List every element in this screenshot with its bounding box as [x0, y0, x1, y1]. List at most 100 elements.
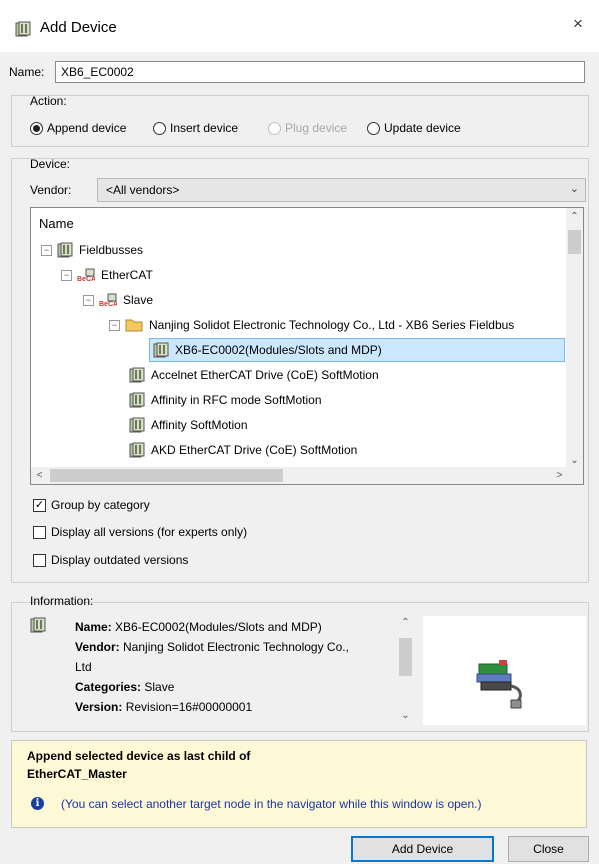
collapse-icon[interactable]: −: [41, 244, 52, 256]
ethercat-icon: BeCAT: [77, 268, 95, 283]
info-vendor-key: Vendor:: [75, 640, 120, 654]
tree-horizontal-scrollbar[interactable]: < >: [31, 467, 568, 484]
device-tree[interactable]: Name − Fieldbusses − BeCAT EtherCAT − Be…: [30, 207, 584, 485]
collapse-icon[interactable]: −: [109, 319, 120, 331]
tree-node-label: Affinity SoftMotion: [151, 418, 248, 432]
tree-node-label: Slave: [123, 293, 154, 307]
device-icon: [129, 392, 145, 408]
scroll-up-icon[interactable]: ⌃: [566, 208, 583, 225]
info-name-value: XB6-EC0002(Modules/Slots and MDP): [115, 620, 322, 634]
tree-vertical-scrollbar[interactable]: ⌃ ⌄: [566, 208, 583, 469]
info-vendor-line-2: Ltd: [75, 660, 92, 674]
tree-node-label: AKD EtherCAT Drive (CoE) SoftMotion: [151, 443, 358, 457]
plug-device-label: Plug device: [285, 121, 348, 135]
ethercat-icon: BeCAT: [99, 293, 117, 308]
vendor-label: Vendor:: [30, 183, 72, 197]
tree-node-ethercat[interactable]: − BeCAT EtherCAT: [61, 263, 153, 287]
info-categories-line: Categories: Slave: [75, 680, 174, 694]
checkbox-icon: [33, 553, 46, 567]
name-input[interactable]: [55, 61, 585, 83]
info-version-value: Revision=16#00000001: [125, 700, 253, 714]
info-version-key: Version:: [75, 700, 123, 714]
device-icon: [129, 367, 145, 383]
group-by-category-checkbox[interactable]: ✓ Group by category: [33, 498, 150, 512]
tree-node-akd[interactable]: AKD EtherCAT Drive (CoE) SoftMotion: [129, 438, 357, 462]
fieldbus-icon: [57, 242, 73, 258]
update-device-label: Update device: [384, 121, 461, 135]
display-all-versions-checkbox[interactable]: Display all versions (for experts only): [33, 525, 247, 539]
name-label: Name:: [9, 65, 45, 79]
add-device-dialog: Add Device × Name: Action: Append device…: [0, 0, 599, 864]
navigator-hint: (You can select another target node in t…: [61, 797, 482, 811]
tree-node-label: Affinity in RFC mode SoftMotion: [151, 393, 322, 407]
radio-icon: [367, 121, 380, 135]
folder-icon: [125, 319, 143, 332]
target-message-panel: Append selected device as last child of …: [11, 740, 587, 828]
scrollbar-thumb[interactable]: [50, 469, 283, 482]
collapse-icon[interactable]: −: [83, 294, 94, 306]
tree-node-label: Accelnet EtherCAT Drive (CoE) SoftMotion: [151, 368, 379, 382]
device-image-icon: [476, 660, 522, 709]
tree-node-slave[interactable]: − BeCAT Slave: [83, 288, 153, 312]
message-line-1: Append selected device as last child of: [27, 749, 251, 763]
scrollbar-thumb[interactable]: [568, 230, 581, 254]
scroll-down-icon[interactable]: ⌄: [397, 707, 414, 724]
append-device-radio[interactable]: Append device: [30, 121, 126, 135]
display-outdated-label: Display outdated versions: [51, 553, 189, 567]
message-line-2: EtherCAT_Master: [27, 767, 127, 781]
vendor-select[interactable]: <All vendors> ⌄: [97, 178, 586, 202]
append-device-label: Append device: [47, 121, 127, 135]
tree-node-affinity[interactable]: Affinity SoftMotion: [129, 413, 248, 437]
device-preview-image: [423, 616, 586, 725]
tree-node-label: EtherCAT: [101, 268, 153, 282]
device-icon: [129, 417, 145, 433]
chevron-down-icon: ⌄: [569, 183, 579, 195]
display-outdated-checkbox[interactable]: Display outdated versions: [33, 553, 188, 567]
scrollbar-thumb[interactable]: [399, 638, 412, 676]
tree-node-label: Fieldbusses: [79, 243, 144, 257]
checkbox-icon: [33, 525, 46, 539]
tree-node-label: Nanjing Solidot Electronic Technology Co…: [149, 318, 515, 332]
close-button[interactable]: Close: [508, 836, 589, 862]
vendor-select-value: <All vendors>: [106, 183, 180, 197]
radio-icon: [153, 121, 166, 135]
info-name-line: Name: XB6-EC0002(Modules/Slots and MDP): [75, 620, 322, 634]
tree-node-xb6-ec0002[interactable]: XB6-EC0002(Modules/Slots and MDP): [149, 338, 565, 362]
insert-device-label: Insert device: [170, 121, 239, 135]
scrollbar-corner: [566, 467, 583, 484]
display-all-versions-label: Display all versions (for experts only): [51, 525, 248, 539]
device-icon: [129, 442, 145, 458]
info-icon: i: [31, 797, 44, 810]
info-vendor-line: Vendor: Nanjing Solidot Electronic Techn…: [75, 640, 349, 654]
tree-column-header: Name: [39, 216, 74, 231]
group-by-category-label: Group by category: [51, 498, 150, 512]
device-label: Device:: [30, 157, 71, 171]
close-icon[interactable]: ×: [567, 13, 589, 35]
tree-node-affinity-rfc[interactable]: Affinity in RFC mode SoftMotion: [129, 388, 322, 412]
device-icon: [153, 342, 169, 358]
add-device-button[interactable]: Add Device: [351, 836, 494, 862]
information-text: Name: XB6-EC0002(Modules/Slots and MDP) …: [30, 614, 417, 725]
tree-node-label: XB6-EC0002(Modules/Slots and MDP): [175, 343, 382, 357]
info-vendor-value: Nanjing Solidot Electronic Technology Co…: [123, 640, 349, 654]
radio-icon: [268, 121, 281, 135]
svg-text:BeCAT: BeCAT: [99, 301, 117, 308]
info-categories-value: Slave: [144, 680, 175, 694]
tree-node-fieldbusses[interactable]: − Fieldbusses: [41, 238, 143, 262]
checkmark-icon: ✓: [33, 498, 46, 512]
tree-node-vendor-folder[interactable]: − Nanjing Solidot Electronic Technology …: [109, 313, 514, 337]
info-version-line: Version: Revision=16#00000001: [75, 700, 252, 714]
radio-selected-icon: [30, 121, 43, 135]
window-title: Add Device: [40, 19, 117, 36]
scroll-up-icon[interactable]: ⌃: [397, 614, 414, 631]
info-categories-key: Categories:: [75, 680, 142, 694]
insert-device-radio[interactable]: Insert device: [153, 121, 238, 135]
scroll-left-icon[interactable]: <: [31, 467, 48, 484]
tree-node-accelnet[interactable]: Accelnet EtherCAT Drive (CoE) SoftMotion: [129, 363, 379, 387]
collapse-icon[interactable]: −: [61, 269, 72, 281]
update-device-radio[interactable]: Update device: [367, 121, 461, 135]
information-scrollbar[interactable]: ⌃ ⌄: [397, 614, 414, 724]
action-label: Action:: [30, 94, 67, 108]
plug-device-radio: Plug device: [268, 121, 347, 135]
device-icon: [30, 617, 46, 633]
